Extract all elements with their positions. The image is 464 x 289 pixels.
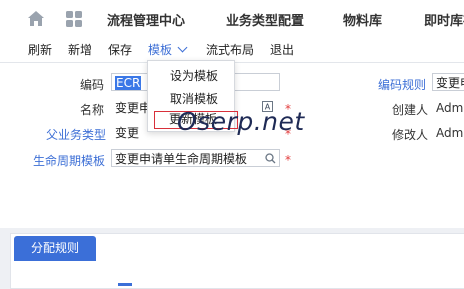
home-icon[interactable]: [27, 10, 45, 28]
set-as-template-item[interactable]: 设为模板: [170, 67, 218, 84]
coding-rule-label[interactable]: 编码规则: [378, 76, 426, 93]
required-mark: *: [285, 153, 291, 167]
coding-rule-value: 变更申: [436, 76, 464, 90]
tab-indicator: [118, 283, 132, 286]
add-button[interactable]: 新增: [68, 41, 92, 58]
coding-rule-field[interactable]: 变更申: [432, 73, 464, 91]
nav-tab-material-library[interactable]: 物料库: [343, 10, 382, 29]
search-icon[interactable]: [265, 153, 276, 164]
flow-layout-button[interactable]: 流式布局: [206, 41, 254, 58]
lifecycle-template-value: 变更申请单生命周期模板: [115, 152, 248, 166]
watermark: Oserp.net: [177, 107, 305, 136]
code-value: ECR: [115, 76, 142, 90]
template-menu-button[interactable]: 模板: [148, 41, 188, 58]
creator-label: 创建人: [392, 103, 429, 117]
exit-button[interactable]: 退出: [270, 41, 294, 58]
nav-tab-instant-inventory[interactable]: 即时库存: [424, 10, 464, 29]
code-label: 编码: [80, 78, 105, 92]
lifecycle-template-field[interactable]: 变更申请单生命周期模板: [111, 149, 280, 167]
parent-business-type-label[interactable]: 父业务类型: [46, 126, 106, 143]
nav-tab-process-center[interactable]: 流程管理中心: [107, 10, 185, 29]
top-navigation: 流程管理中心 业务类型配置 物料库 即时库存: [0, 0, 464, 39]
save-button[interactable]: 保存: [108, 41, 132, 58]
parent-business-type-value: 变更: [115, 126, 140, 140]
template-menu-label: 模板: [148, 43, 173, 57]
chevron-down-icon: [177, 42, 188, 53]
cancel-template-item[interactable]: 取消模板: [170, 90, 218, 107]
name-value: 变更申: [115, 101, 152, 115]
nav-tab-business-type-config[interactable]: 业务类型配置: [226, 10, 304, 29]
app-grid-icon[interactable]: [66, 11, 82, 27]
lifecycle-template-label[interactable]: 生命周期模板: [33, 152, 105, 169]
refresh-button[interactable]: 刷新: [28, 41, 52, 58]
modifier-value: Adm: [436, 126, 464, 140]
modifier-label: 修改人: [392, 128, 429, 142]
creator-value: Adm: [436, 101, 464, 115]
tab-assignment-rules[interactable]: 分配规则: [14, 236, 96, 261]
name-label: 名称: [80, 103, 105, 117]
